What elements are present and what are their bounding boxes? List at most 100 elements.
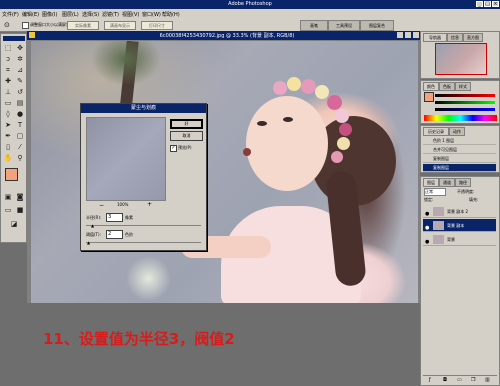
- tab-color[interactable]: 颜色: [423, 82, 439, 91]
- doc-minimize-button[interactable]: [397, 32, 403, 38]
- hand-tool-icon[interactable]: ✋: [3, 153, 13, 163]
- pen-tool-icon[interactable]: ✒: [3, 131, 13, 141]
- blur-tool-icon[interactable]: ◊: [3, 109, 13, 119]
- ok-button[interactable]: 好: [170, 119, 203, 129]
- eye-icon[interactable]: ●: [425, 236, 429, 249]
- menu-view[interactable]: 视图(V): [122, 11, 139, 18]
- eye-shape: [257, 121, 267, 126]
- color-fg-swatch[interactable]: [424, 92, 434, 102]
- threshold-slider-track[interactable]: [86, 242, 201, 243]
- menu-edit[interactable]: 编辑(E): [22, 11, 39, 18]
- zoom-tool-icon-box[interactable]: ⚲: [15, 153, 25, 163]
- standard-mode-icon[interactable]: ▣: [3, 192, 13, 202]
- color-ramp[interactable]: [424, 115, 497, 121]
- tab-channels[interactable]: 通道: [439, 178, 455, 187]
- layer-row[interactable]: ● 背景 副本 2: [423, 205, 496, 218]
- menu-layer[interactable]: 图层(L): [62, 11, 79, 18]
- foreground-color-swatch[interactable]: [5, 168, 18, 181]
- healing-brush-tool-icon[interactable]: ✚: [3, 76, 13, 86]
- print-size-button[interactable]: 打印尺寸: [141, 21, 173, 30]
- notes-tool-icon[interactable]: ▯: [3, 142, 13, 152]
- radius-slider-handle[interactable]: ▲: [91, 223, 94, 228]
- cancel-button[interactable]: 取消: [170, 131, 203, 141]
- fullscreen-mode-icon[interactable]: ■: [15, 205, 25, 215]
- tab-swatches[interactable]: 色板: [439, 82, 455, 91]
- mask-icon[interactable]: ◘: [443, 377, 447, 383]
- history-item[interactable]: 色阶 1 图层: [423, 137, 496, 145]
- tab-navigator[interactable]: 导航器: [423, 33, 447, 42]
- zoom-out-button[interactable]: −: [99, 202, 104, 209]
- zoom-in-button[interactable]: +: [147, 201, 152, 208]
- magic-wand-tool-icon[interactable]: ✲: [15, 54, 25, 64]
- menu-file[interactable]: 文件(F): [2, 11, 19, 18]
- shape-tool-icon[interactable]: ▢: [15, 131, 25, 141]
- blend-mode-select[interactable]: 正常: [424, 188, 446, 196]
- menu-window[interactable]: 窗口(W): [142, 11, 161, 18]
- doc-maximize-button[interactable]: [405, 32, 411, 38]
- doc-close-button[interactable]: [413, 32, 419, 38]
- history-item[interactable]: 复制图层: [423, 155, 496, 163]
- layer-row[interactable]: ● 背景: [423, 233, 496, 246]
- jump-to-imageready-icon[interactable]: ◪: [9, 219, 19, 229]
- filter-preview[interactable]: [86, 117, 166, 201]
- move-tool-icon[interactable]: ✥: [15, 43, 25, 53]
- preview-checkbox[interactable]: ✓: [170, 145, 177, 152]
- tab-history[interactable]: 历史记录: [423, 127, 449, 136]
- minimize-button[interactable]: _: [476, 1, 483, 7]
- marquee-tool-icon[interactable]: ⬚: [3, 43, 13, 53]
- path-selection-tool-icon[interactable]: ➤: [3, 120, 13, 130]
- layer-row-selected[interactable]: ● 背景 副本: [423, 219, 496, 232]
- screen-mode-icon[interactable]: ▭: [3, 205, 13, 215]
- threshold-slider-handle[interactable]: ▲: [87, 240, 90, 245]
- tab-layer-comps[interactable]: 图层复合: [360, 20, 394, 31]
- resize-windows-checkbox[interactable]: [22, 22, 29, 29]
- new-set-icon[interactable]: ▭: [457, 377, 462, 383]
- red-slider[interactable]: [435, 94, 495, 97]
- dodge-tool-icon[interactable]: ●: [15, 109, 25, 119]
- flower-shape: [273, 81, 287, 95]
- layer-style-icon[interactable]: ƒ: [429, 377, 431, 383]
- navigator-thumbnail[interactable]: [435, 43, 487, 75]
- brush-tool-icon[interactable]: ✎: [15, 76, 25, 86]
- threshold-input[interactable]: 2: [106, 230, 123, 239]
- new-layer-icon[interactable]: ❐: [471, 377, 475, 383]
- zoom-tool-icon[interactable]: ⊙: [4, 21, 10, 29]
- tutorial-caption: 11、设置值为半径3，阀值2: [43, 330, 235, 348]
- menu-help[interactable]: 帮助(H): [162, 11, 180, 18]
- tab-histogram[interactable]: 直方图: [463, 33, 483, 42]
- menu-image[interactable]: 图像(I): [42, 11, 57, 18]
- tab-paths[interactable]: 路径: [455, 178, 471, 187]
- tab-layers[interactable]: 图层: [423, 178, 439, 187]
- gradient-tool-icon[interactable]: ▤: [15, 98, 25, 108]
- tab-brushes[interactable]: 画笔: [300, 20, 328, 31]
- slice-tool-icon[interactable]: ⊿: [15, 65, 25, 75]
- blue-slider[interactable]: [435, 108, 495, 111]
- tab-styles[interactable]: 样式: [455, 82, 471, 91]
- clone-stamp-tool-icon[interactable]: ⊥: [3, 87, 13, 97]
- history-brush-tool-icon[interactable]: ↺: [15, 87, 25, 97]
- quick-mask-icon[interactable]: ◙: [15, 192, 25, 202]
- menu-select[interactable]: 选择(S): [82, 11, 99, 18]
- history-item-selected[interactable]: 复制图层: [423, 164, 496, 172]
- green-slider[interactable]: [435, 101, 495, 104]
- type-tool-icon[interactable]: T: [15, 120, 25, 130]
- crop-tool-icon[interactable]: ⌗: [3, 65, 13, 75]
- radius-slider-track[interactable]: [86, 225, 201, 226]
- tab-actions[interactable]: 动作: [449, 127, 465, 136]
- leaf-shape: [126, 256, 171, 301]
- toolbox-header: [3, 36, 25, 41]
- fit-screen-button[interactable]: 满画布显示: [104, 21, 136, 30]
- close-button[interactable]: ×: [492, 1, 499, 7]
- flower-shape: [287, 77, 301, 91]
- menu-filter[interactable]: 滤镜(T): [102, 11, 119, 18]
- lasso-tool-icon[interactable]: ↄ: [3, 54, 13, 64]
- maximize-button[interactable]: □: [484, 1, 491, 7]
- eraser-tool-icon[interactable]: ▭: [3, 98, 13, 108]
- radius-input[interactable]: 3: [106, 213, 123, 222]
- tab-tool-presets[interactable]: 工具预设: [328, 20, 360, 31]
- actual-pixels-button[interactable]: 实际像素: [67, 21, 99, 30]
- history-item[interactable]: 合并可见图层: [423, 146, 496, 154]
- trash-icon[interactable]: ▥: [485, 377, 490, 383]
- eyedropper-tool-icon[interactable]: ⁄: [15, 142, 25, 152]
- tab-info[interactable]: 信息: [447, 33, 463, 42]
